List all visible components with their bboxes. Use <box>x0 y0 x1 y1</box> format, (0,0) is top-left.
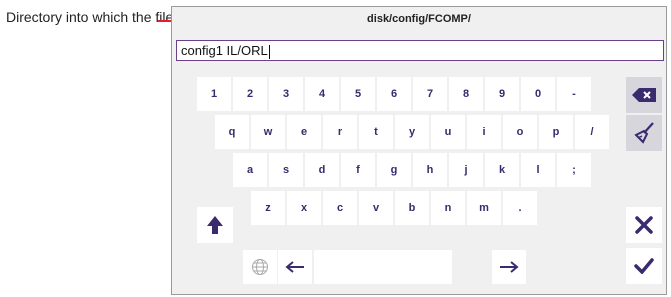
filename-input[interactable]: config1 IL/ORL <box>176 40 664 61</box>
key-row1-1[interactable]: 2 <box>233 77 267 111</box>
key-row4-7[interactable]: . <box>503 191 537 225</box>
key-row3-7[interactable]: k <box>485 153 519 187</box>
clear-button[interactable] <box>626 115 662 151</box>
cursor-right-button[interactable] <box>492 250 526 284</box>
key-row1-6[interactable]: 7 <box>413 77 447 111</box>
text-cursor <box>268 44 270 59</box>
globe-icon <box>252 259 268 275</box>
key-row2-7[interactable]: i <box>467 115 501 149</box>
key-row3-3[interactable]: f <box>341 153 375 187</box>
key-row4-2[interactable]: c <box>323 191 357 225</box>
key-row2-8[interactable]: o <box>503 115 537 149</box>
key-row3-1[interactable]: s <box>269 153 303 187</box>
close-x-icon <box>635 216 653 234</box>
space-bar[interactable] <box>314 250 452 284</box>
checkmark-icon <box>634 258 654 274</box>
key-row2-10[interactable]: / <box>575 115 609 149</box>
key-row4-1[interactable]: x <box>287 191 321 225</box>
key-row1-10[interactable]: - <box>557 77 591 111</box>
key-row3-4[interactable]: g <box>377 153 411 187</box>
key-row1-0[interactable]: 1 <box>197 77 231 111</box>
key-row2-6[interactable]: u <box>431 115 465 149</box>
broom-icon <box>634 122 654 144</box>
key-row2-5[interactable]: y <box>395 115 429 149</box>
key-row4-0[interactable]: z <box>251 191 285 225</box>
key-row1-3[interactable]: 4 <box>305 77 339 111</box>
key-row2-9[interactable]: p <box>539 115 573 149</box>
key-row4-3[interactable]: v <box>359 191 393 225</box>
key-row4-6[interactable]: m <box>467 191 501 225</box>
key-row2-3[interactable]: r <box>323 115 357 149</box>
key-row2-0[interactable]: q <box>215 115 249 149</box>
key-row1-5[interactable]: 6 <box>377 77 411 111</box>
key-row3-5[interactable]: h <box>413 153 447 187</box>
key-row4-4[interactable]: b <box>395 191 429 225</box>
backspace-icon <box>632 88 656 102</box>
cursor-left-button[interactable] <box>278 250 312 284</box>
key-row1-9[interactable]: 0 <box>521 77 555 111</box>
shift-up-arrow-icon <box>207 216 223 234</box>
key-row3-9[interactable]: ; <box>557 153 591 187</box>
key-row2-4[interactable]: t <box>359 115 393 149</box>
key-row3-0[interactable]: a <box>233 153 267 187</box>
key-row3-2[interactable]: d <box>305 153 339 187</box>
key-row3-8[interactable]: l <box>521 153 555 187</box>
key-row1-7[interactable]: 8 <box>449 77 483 111</box>
key-row2-2[interactable]: e <box>287 115 321 149</box>
key-row3-6[interactable]: j <box>449 153 483 187</box>
directory-path: disk/config/FCOMP/ <box>367 13 471 25</box>
confirm-button[interactable] <box>626 248 662 284</box>
keyboard-dialog: disk/config/FCOMP/ config1 IL/ORL 123456… <box>171 6 667 295</box>
backspace-button[interactable] <box>626 77 662 113</box>
language-button[interactable] <box>243 250 277 284</box>
key-row1-2[interactable]: 3 <box>269 77 303 111</box>
shift-button[interactable] <box>197 207 233 243</box>
key-row4-5[interactable]: n <box>431 191 465 225</box>
key-row1-8[interactable]: 9 <box>485 77 519 111</box>
key-row2-1[interactable]: w <box>251 115 285 149</box>
key-row1-4[interactable]: 5 <box>341 77 375 111</box>
filename-value: config1 IL/ORL <box>181 43 268 58</box>
left-arrow-icon <box>285 261 304 273</box>
cancel-button[interactable] <box>626 207 662 243</box>
right-arrow-icon <box>500 261 519 273</box>
